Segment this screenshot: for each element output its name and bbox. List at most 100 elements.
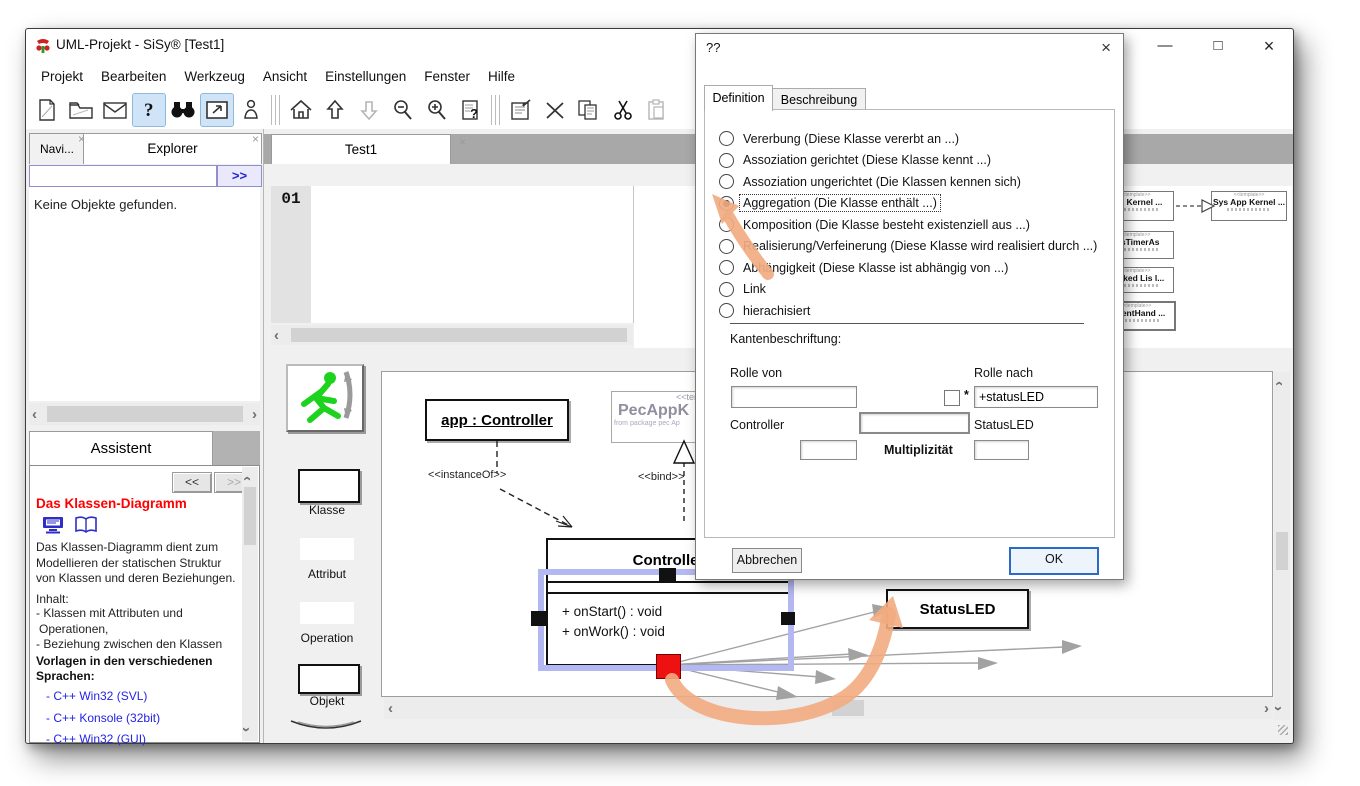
multiplicity-right-input[interactable] [974,440,1029,460]
palette-item-klasse[interactable] [298,469,360,503]
tab-navigator[interactable]: Navi... × [29,133,85,164]
template-link[interactable]: - C++ Win32 (GUI) [46,729,160,751]
computer-icon[interactable] [42,516,64,534]
relation-radio-option[interactable]: Abhängigkeit (Diese Klasse ist abhängig … [719,257,1104,278]
mail-icon[interactable] [99,94,131,126]
run-button[interactable] [286,364,364,432]
scrollbar-thumb[interactable] [244,487,256,545]
radio-icon[interactable] [719,260,734,275]
tab-definition[interactable]: Definition [704,85,773,111]
canvas-vscrollbar[interactable]: › › [1274,372,1290,720]
delete-icon[interactable] [539,94,571,126]
connector-handle-red[interactable] [656,654,681,679]
assistent-vscrollbar[interactable]: › › [242,467,258,741]
relation-radio-option[interactable]: Assoziation gerichtet (Diese Klasse kenn… [719,150,1104,171]
selection-handle-top[interactable] [659,568,676,583]
radio-icon[interactable] [719,282,734,297]
menu-item[interactable]: Ansicht [254,66,316,87]
maximize-button[interactable]: □ [1198,33,1238,59]
nav-down-icon[interactable] [353,94,385,126]
relation-radio-option[interactable]: hierachisiert [719,300,1104,321]
chevron-up-icon[interactable]: › [239,476,254,481]
minimize-button[interactable]: — [1145,33,1185,59]
close-icon[interactable]: × [459,137,466,147]
selection-handle-left[interactable] [531,611,548,626]
document-help-icon[interactable]: ? [455,94,487,126]
rolle-von-input[interactable] [731,386,857,408]
search-binoculars-icon[interactable] [167,94,199,126]
mini-class-box[interactable]: <<template>> Sys App Kernel ... [1211,191,1287,221]
radio-icon[interactable] [719,303,734,318]
asterisk-checkbox[interactable] [944,390,960,406]
selection-handle-right[interactable] [781,612,795,625]
radio-icon[interactable] [719,153,734,168]
help-icon[interactable]: ? [133,94,165,126]
tab-explorer[interactable]: Explorer × [83,133,262,164]
radio-icon[interactable] [719,131,734,146]
menu-item[interactable]: Projekt [32,66,92,87]
tab-assistent[interactable]: Assistent [29,431,213,466]
resize-grip[interactable] [1278,725,1288,735]
open-folder-icon[interactable] [65,94,97,126]
close-button[interactable]: × [1249,33,1289,59]
scrollbar-thumb[interactable] [1276,532,1288,570]
radio-icon[interactable] [719,239,734,254]
home-icon[interactable] [285,94,317,126]
menu-item[interactable]: Bearbeiten [92,66,175,87]
chevron-right-icon[interactable]: › [1264,701,1269,716]
radio-icon[interactable] [719,174,734,189]
multiplicity-left-input[interactable] [800,440,857,460]
uml-object-box[interactable]: app : Controller [425,399,569,441]
template-link[interactable]: - C++ Konsole (32bit) [46,708,160,730]
menu-item[interactable]: Einstellungen [316,66,415,87]
edge-name-input[interactable] [859,412,970,434]
chevron-right-icon[interactable]: › [252,407,257,422]
relation-radio-option[interactable]: Komposition (Die Klasse besteht existenz… [719,214,1104,235]
copy-icon[interactable] [573,94,605,126]
chevron-left-icon[interactable]: ‹ [32,407,37,422]
cancel-button[interactable]: Abbrechen [732,548,802,573]
relation-radio-option[interactable]: Link [719,279,1104,300]
template-link[interactable]: - C++ Win32 (SVL) [46,686,160,708]
paste-icon[interactable] [641,94,673,126]
assistent-back-button[interactable]: << [172,472,212,493]
zoom-in-icon[interactable] [421,94,453,126]
curve-tool-icon[interactable] [288,718,364,734]
canvas-hscrollbar[interactable]: ‹ › [384,697,1273,719]
book-icon[interactable] [74,516,98,534]
explorer-list[interactable]: Keine Objekte gefunden. [29,187,260,401]
palette-item-attribut[interactable] [300,538,354,560]
uml-class-box-statusled[interactable]: StatusLED [886,589,1029,629]
edit-note-icon[interactable] [505,94,537,126]
new-window-icon[interactable] [201,94,233,126]
menu-item[interactable]: Fenster [415,66,479,87]
explorer-search-button[interactable]: >> [217,165,262,187]
palette-item-objekt[interactable] [298,664,360,694]
radio-icon[interactable] [719,196,734,211]
chevron-down-icon[interactable]: › [1271,706,1286,711]
menu-item[interactable]: Werkzeug [175,66,254,87]
menu-item[interactable]: Hilfe [479,66,524,87]
close-icon[interactable]: × [252,134,259,144]
ok-button[interactable]: OK [1009,547,1099,575]
palette-item-operation[interactable] [300,602,354,624]
chevron-up-icon[interactable]: › [1271,381,1286,386]
explorer-hscrollbar[interactable]: ‹ › [29,403,260,425]
tab-test1[interactable]: Test1 × [271,134,451,165]
relation-radio-option[interactable]: Aggregation (Die Klasse enthält ...) [719,193,1104,214]
user-icon[interactable] [235,94,267,126]
scrollbar-thumb[interactable] [832,700,864,716]
chevron-down-icon[interactable]: › [239,727,254,732]
radio-icon[interactable] [719,217,734,232]
new-document-icon[interactable] [31,94,63,126]
zoom-out-icon[interactable] [387,94,419,126]
chevron-left-icon[interactable]: ‹ [388,701,393,716]
relation-radio-option[interactable]: Realisierung/Verfeinerung (Diese Klasse … [719,236,1104,257]
rolle-nach-input[interactable] [974,386,1098,408]
cut-icon[interactable] [607,94,639,126]
dialog-close-icon[interactable]: × [1101,38,1111,58]
relation-radio-option[interactable]: Assoziation ungerichtet (Die Klassen ken… [719,171,1104,192]
explorer-search-input[interactable] [29,165,217,187]
relation-radio-option[interactable]: Vererbung (Diese Klasse vererbt an ...) [719,128,1104,149]
tab-beschreibung[interactable]: Beschreibung [772,88,866,111]
